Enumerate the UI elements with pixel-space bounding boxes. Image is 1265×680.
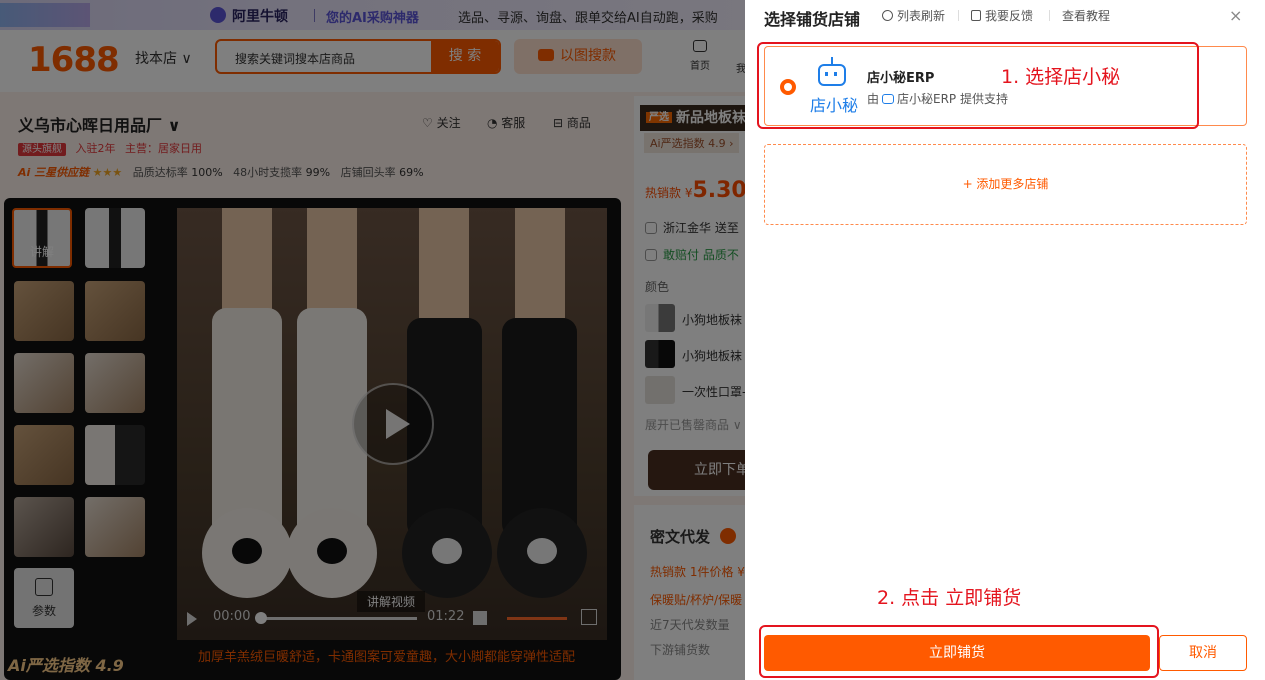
annotation-box-step1: [757, 42, 1199, 129]
feedback-icon: [971, 10, 981, 21]
annotation-box-step2: [759, 625, 1159, 678]
refresh-label: 列表刷新: [897, 9, 946, 23]
close-icon[interactable]: ×: [1229, 8, 1242, 24]
product-page-background: 阿里牛顿 您的AI采购神器 选品、寻源、询盘、跟单交给AI自动跑，采购 1688…: [0, 0, 745, 680]
cancel-button[interactable]: 取消: [1159, 635, 1247, 671]
refresh-list-button[interactable]: 列表刷新: [882, 7, 945, 24]
annotation-step2: 2. 点击 立即铺货: [877, 587, 1022, 609]
annotation-step1: 1. 选择店小秘: [1001, 66, 1121, 88]
tutorial-link[interactable]: 查看教程: [1062, 7, 1110, 24]
refresh-icon: [882, 10, 893, 21]
feedback-label: 我要反馈: [985, 9, 1034, 23]
divider: [1049, 10, 1050, 21]
feedback-button[interactable]: 我要反馈: [971, 7, 1033, 24]
page: 阿里牛顿 您的AI采购神器 选品、寻源、询盘、跟单交给AI自动跑，采购 1688…: [0, 0, 1265, 680]
dialog-title: 选择铺货店铺: [764, 10, 861, 29]
divider: [958, 10, 959, 21]
add-more-shops-button[interactable]: + 添加更多店铺: [764, 144, 1247, 225]
modal-backdrop[interactable]: [0, 0, 745, 680]
